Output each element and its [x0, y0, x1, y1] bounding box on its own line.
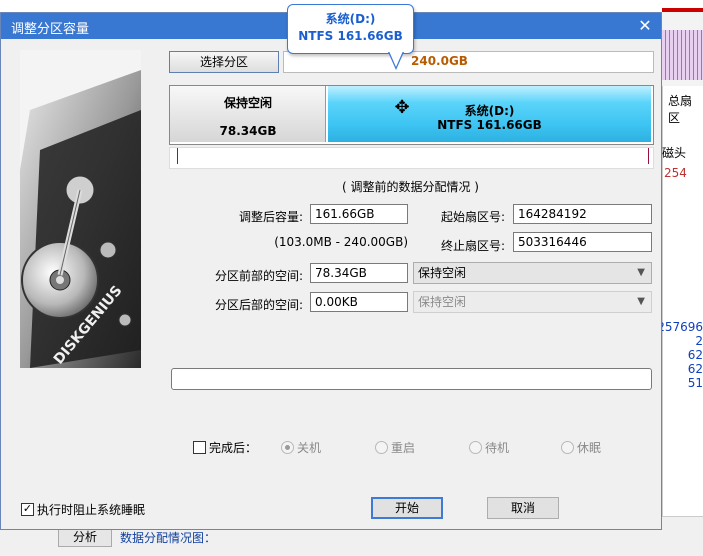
end-sector-input[interactable]: 503316446 [513, 232, 652, 252]
disk-capacity-text: 240.0GB [411, 54, 468, 68]
column-header-total-sectors[interactable]: 总扇区 [668, 92, 703, 126]
before-allocation-caption: ( 调整前的数据分配情况 ) [342, 180, 479, 194]
front-space-select[interactable]: 保持空闲 ▼ [413, 262, 652, 284]
sector-value: 62 [687, 348, 703, 362]
chevron-down-icon: ▼ [637, 267, 645, 278]
tooltip-pointer-inner [389, 51, 403, 67]
radio-shutdown-label: 关机 [297, 441, 322, 455]
before-bar-start-marker [177, 148, 178, 164]
cancel-button[interactable]: 取消 [487, 497, 559, 519]
analyze-button[interactable]: 分析 [58, 527, 112, 547]
partition-tooltip: 系统(D:) NTFS 161.66GB [287, 4, 414, 70]
free-space-block[interactable]: 保持空闲 78.34GB [170, 86, 326, 142]
tooltip-partition-name: 系统(D:) [325, 12, 376, 26]
front-space-input[interactable]: 78.34GB [310, 263, 408, 283]
sector-value: 51 [687, 376, 703, 390]
start-button[interactable]: 开始 [371, 497, 443, 519]
radio-hibernate[interactable] [561, 441, 574, 454]
close-icon[interactable]: ✕ [635, 16, 655, 35]
start-sector-input[interactable]: 164284192 [513, 204, 652, 224]
resize-partition-dialog: 调整分区容量 ✕ DISKGENIUS 选择分区 240.0GB 保持空闲 78… [0, 12, 662, 530]
disk-info-strip [283, 51, 654, 73]
background-disk-bar [662, 30, 703, 80]
free-space-label: 保持空闲 [223, 96, 272, 110]
sector-value: 62 [687, 362, 703, 376]
partition-size: NTFS 161.66GB [437, 118, 542, 132]
before-allocation-bar [169, 147, 654, 169]
chevron-down-icon: ▼ [637, 296, 645, 307]
diskgenius-logo-image: DISKGENIUS [20, 50, 141, 368]
new-size-label: 调整后容量: [238, 210, 303, 224]
front-space-selected: 保持空闲 [418, 266, 467, 280]
free-space-size: 78.34GB [219, 124, 277, 138]
background-red-line [662, 8, 703, 12]
back-space-input[interactable]: 0.00KB [310, 292, 408, 312]
sector-value: 257696 [657, 320, 703, 334]
back-space-select[interactable]: 保持空闲 ▼ [413, 291, 652, 313]
head-value: 254 [664, 166, 687, 180]
progress-bar [171, 368, 652, 390]
radio-restart-label: 重启 [391, 441, 416, 455]
end-sector-label: 终止扇区号: [440, 239, 505, 253]
radio-restart[interactable] [375, 441, 388, 454]
after-done-label: 完成后： [209, 441, 258, 455]
front-space-label: 分区前部的空间: [214, 269, 303, 283]
radio-shutdown[interactable] [281, 441, 294, 454]
column-header-head[interactable]: 磁头 [662, 144, 686, 161]
radio-standby[interactable] [469, 441, 482, 454]
before-bar-end-marker [648, 148, 649, 164]
tooltip-partition-size: NTFS 161.66GB [298, 29, 403, 43]
radio-selected-dot [285, 445, 290, 450]
back-space-selected: 保持空闲 [418, 295, 467, 309]
back-space-label: 分区后部的空间: [214, 298, 303, 312]
select-partition-button[interactable]: 选择分区 [169, 51, 279, 73]
after-done-checkbox[interactable] [193, 441, 206, 454]
radio-hibernate-label: 休眠 [577, 441, 602, 455]
data-allocation-chart-label: 数据分配情况图： [120, 531, 217, 545]
sector-value: 2 [695, 334, 703, 348]
size-range-hint: (103.0MB - 240.00GB) [274, 235, 408, 249]
new-size-input[interactable]: 161.66GB [310, 204, 408, 224]
partition-name: 系统(D:) [464, 104, 515, 118]
prevent-sleep-label: 执行时阻止系统睡眠 [37, 503, 146, 517]
start-sector-label: 起始扇区号: [440, 210, 505, 224]
prevent-sleep-checkbox[interactable]: ✓ [21, 503, 34, 516]
radio-standby-label: 待机 [485, 441, 510, 455]
dialog-title: 调整分区容量 [11, 22, 90, 37]
partition-block[interactable]: ✥ 系统(D:) NTFS 161.66GB [328, 86, 651, 142]
